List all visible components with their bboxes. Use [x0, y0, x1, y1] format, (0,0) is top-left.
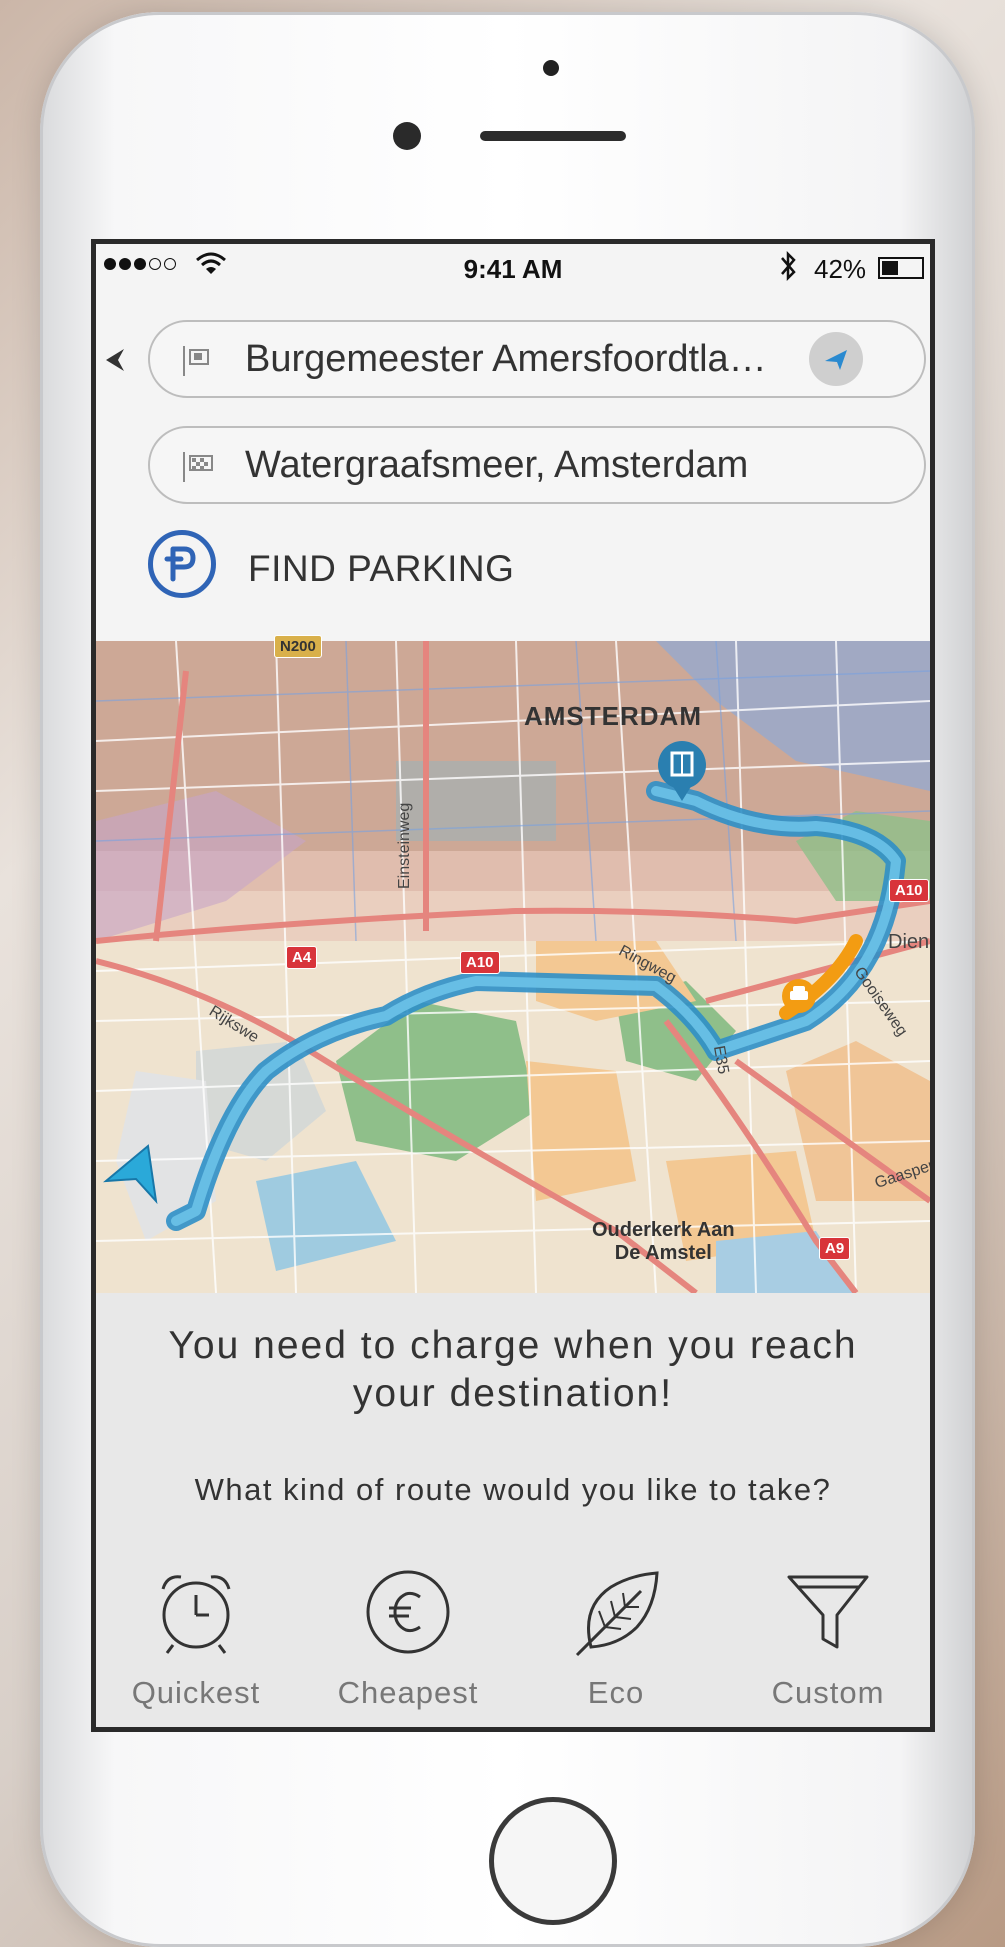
map-canvas[interactable] [96, 640, 930, 1296]
find-parking-button[interactable]: FIND PARKING [148, 530, 648, 602]
route-option-cheapest[interactable]: Cheapest [308, 1567, 508, 1711]
road-shield: A10 [889, 879, 929, 902]
location-arrow-icon [825, 350, 847, 370]
origin-value: Burgemeester Amersfoordtla… [245, 338, 767, 380]
route-option-label: Custom [771, 1675, 885, 1710]
route-map[interactable]: AMSTERDAM Ouderkerk Aan De Amstel N200 A… [96, 635, 930, 1296]
charge-warning-line1: You need to charge when you reach [168, 1324, 858, 1367]
route-options: Quickest Cheapest Eco Custom [96, 1567, 930, 1727]
traffic-incident-icon [782, 979, 816, 1013]
route-option-quickest[interactable]: Quickest [96, 1567, 296, 1711]
road-shield: A4 [286, 946, 318, 969]
route-option-eco[interactable]: Eco [516, 1567, 716, 1711]
current-location-button[interactable] [809, 332, 863, 386]
battery-icon [878, 257, 924, 279]
map-town-label-line2: De Amstel [614, 1242, 712, 1264]
proximity-sensor [393, 122, 421, 150]
status-time: 9:41 AM [463, 254, 563, 284]
alarm-clock-icon [161, 1575, 231, 1654]
back-arrow-icon[interactable] [104, 347, 126, 373]
status-bar: 9:41 AM 42% [96, 244, 930, 290]
street-label: Dien [888, 931, 930, 953]
map-city-label: AMSTERDAM [524, 701, 702, 731]
map-town-label-line1: Ouderkerk Aan [592, 1219, 735, 1241]
road-shield: N200 [274, 635, 322, 658]
route-search-panel: 9:41 AM 42% Burgemeester Amersfoordtla… [96, 244, 930, 641]
front-camera [543, 60, 559, 76]
parking-icon [148, 530, 216, 598]
route-option-custom[interactable]: Custom [728, 1567, 928, 1711]
funnel-icon [787, 1575, 869, 1649]
street-label: Einsteinweg [396, 802, 413, 889]
destination-input[interactable]: Watergraafsmeer, Amsterdam [148, 426, 926, 504]
earpiece-speaker [480, 131, 626, 141]
leaf-icon [575, 1571, 659, 1657]
finish-flag-icon [183, 452, 213, 482]
route-option-label: Eco [587, 1675, 645, 1710]
destination-value: Watergraafsmeer, Amsterdam [245, 444, 749, 486]
road-shield: A9 [819, 1237, 851, 1260]
map-town-label: Ouderkerk Aan De Amstel [592, 1219, 735, 1265]
find-parking-label: FIND PARKING [248, 548, 515, 589]
road-shield: A10 [460, 951, 500, 974]
battery-percent: 42% [814, 254, 867, 284]
euro-coin-icon [366, 1570, 450, 1654]
bluetooth-icon [781, 250, 796, 282]
charge-warning-message: You need to charge when you reach your d… [96, 1322, 930, 1418]
start-flag-icon [183, 346, 209, 376]
home-button[interactable] [489, 1797, 617, 1925]
route-type-question: What kind of route would you like to tak… [194, 1472, 832, 1507]
charge-warning-line2: your destination! [352, 1372, 674, 1415]
app-screen: 9:41 AM 42% Burgemeester Amersfoordtla… [91, 239, 935, 1732]
route-option-label: Quickest [131, 1675, 261, 1710]
route-option-label: Cheapest [337, 1675, 479, 1710]
